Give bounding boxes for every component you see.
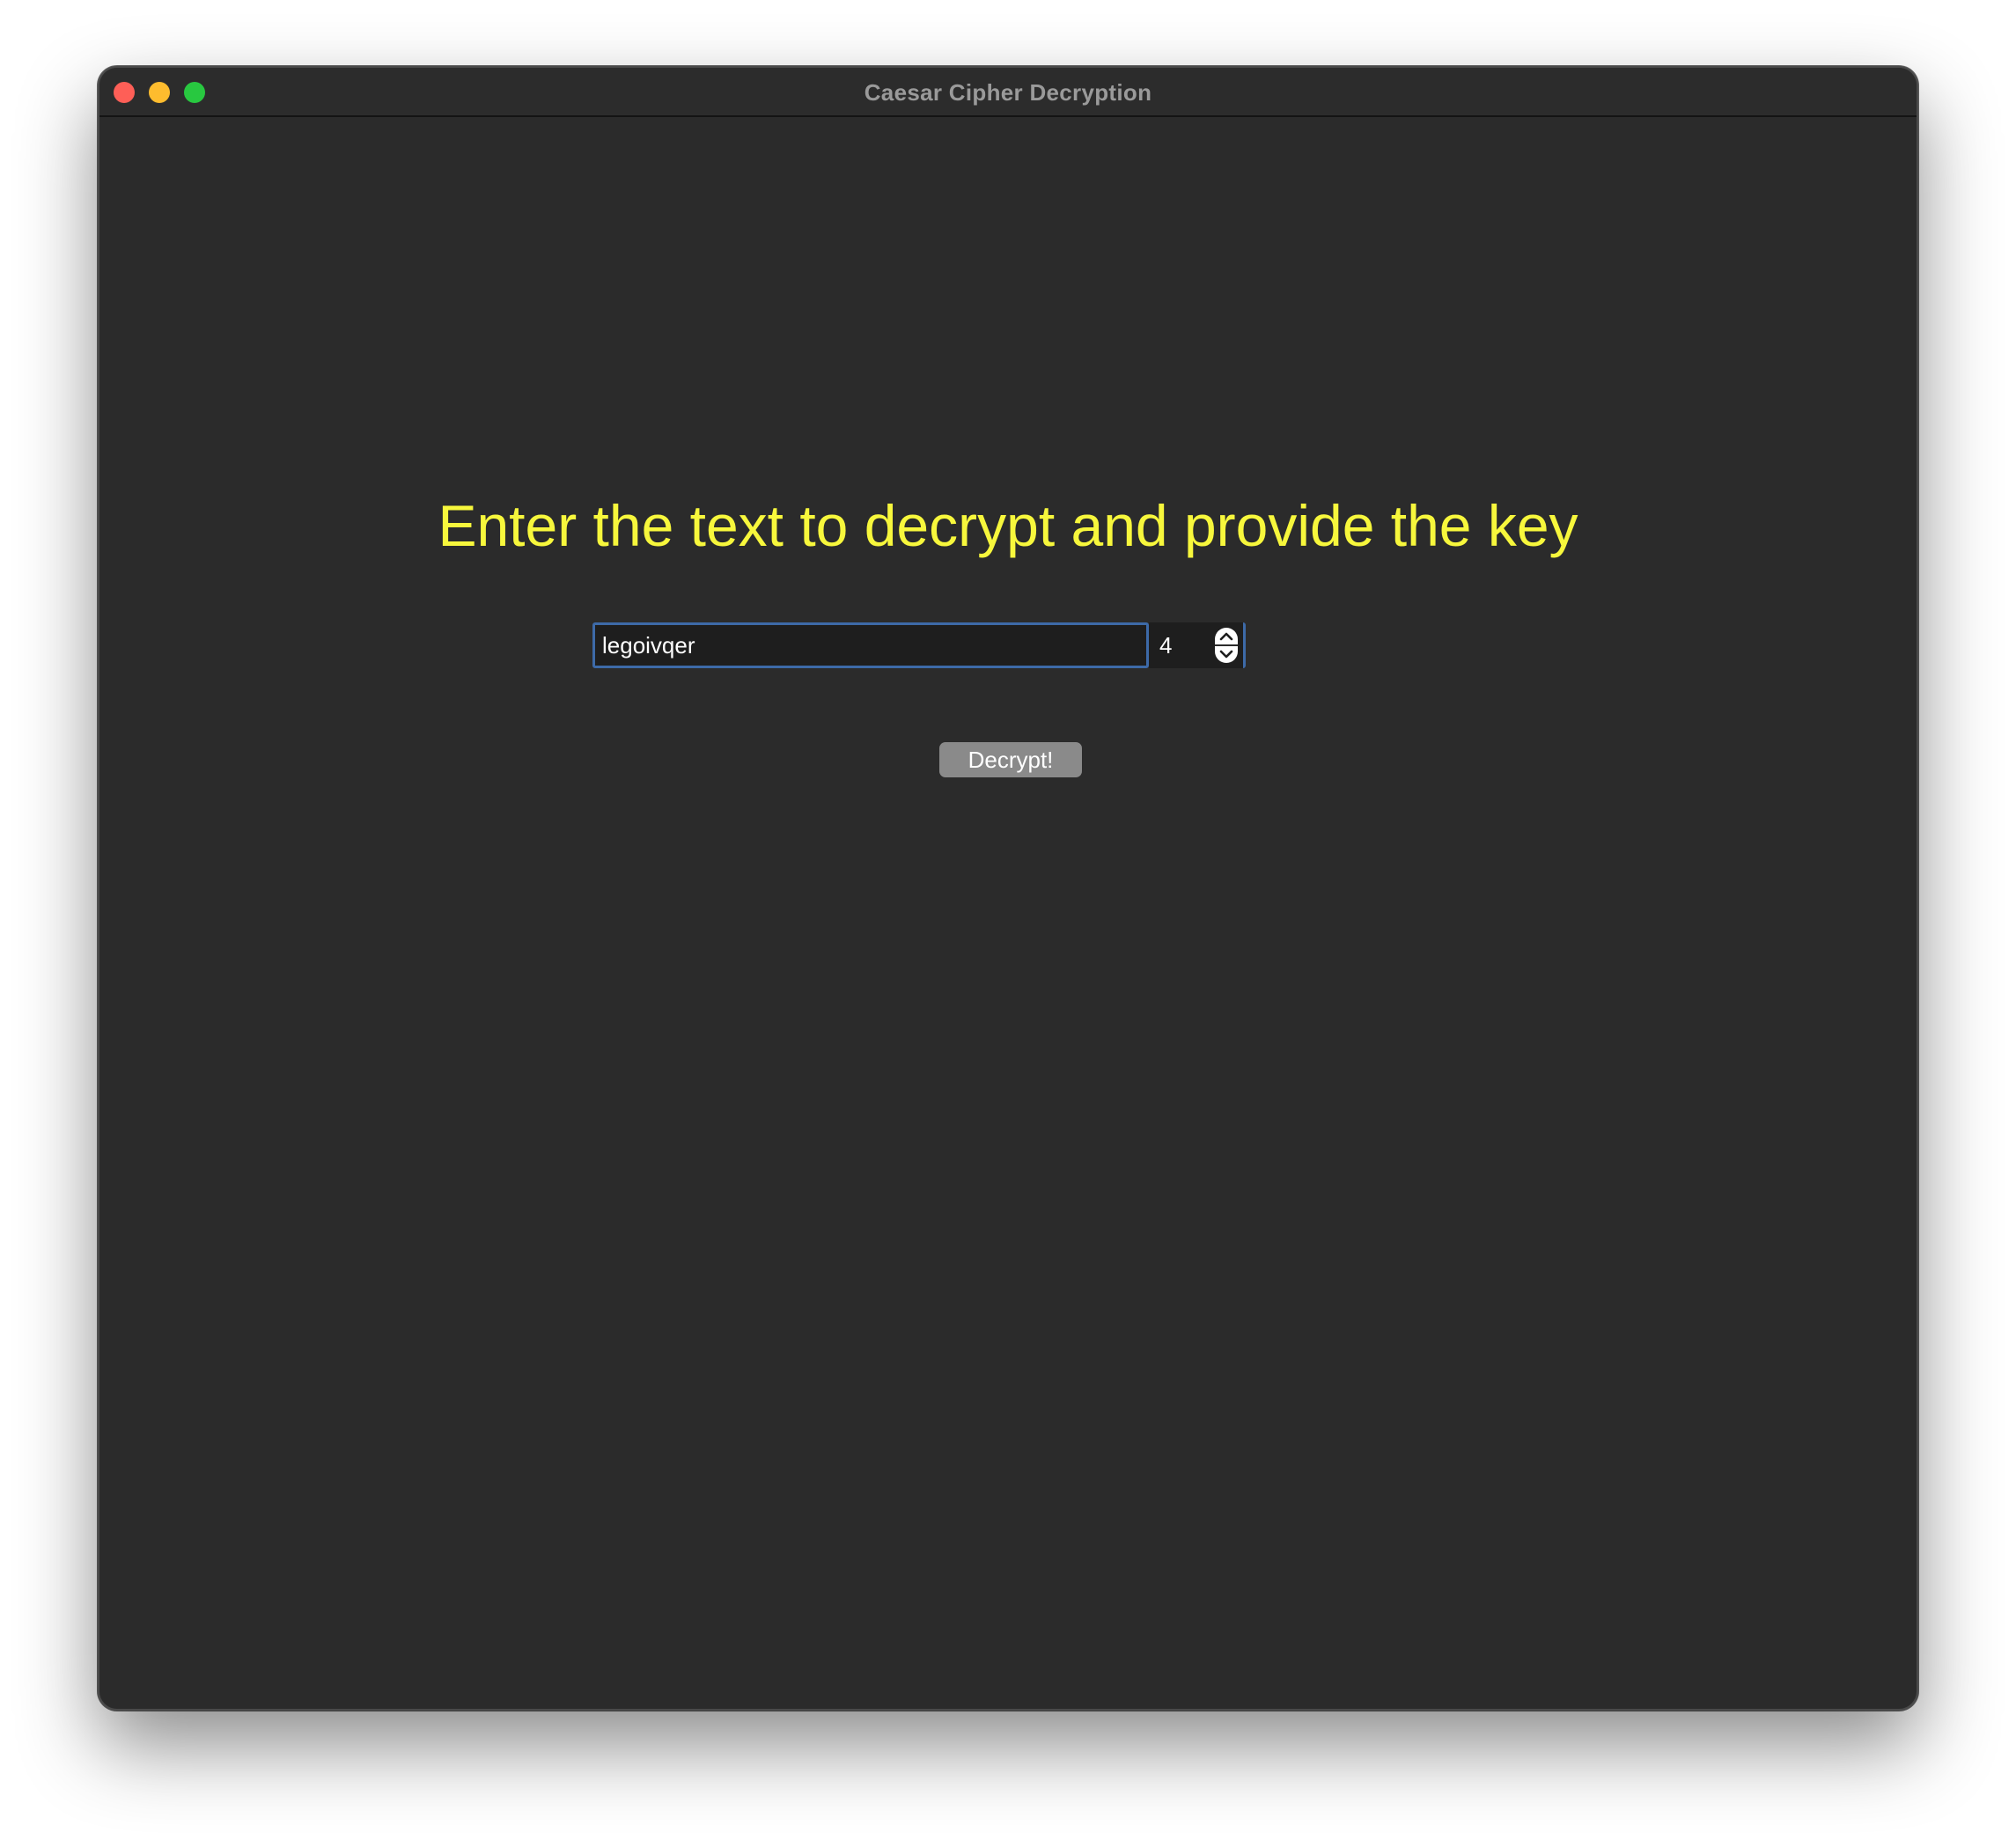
decrypt-button[interactable]: Decrypt!	[939, 742, 1082, 777]
key-value[interactable]: 4	[1159, 622, 1212, 668]
window-title: Caesar Cipher Decryption	[864, 79, 1152, 106]
spinbox-arrows[interactable]	[1215, 628, 1238, 663]
title-bar[interactable]: Caesar Cipher Decryption	[99, 68, 1917, 117]
key-spinbox[interactable]: 4	[1149, 622, 1246, 668]
chevron-down-icon[interactable]	[1215, 645, 1238, 663]
cipher-text-input[interactable]	[592, 622, 1149, 668]
chevron-up-icon[interactable]	[1215, 628, 1238, 645]
input-row: 4	[592, 622, 1246, 668]
main-content: Enter the text to decrypt and provide th…	[99, 117, 1917, 1709]
instruction-heading: Enter the text to decrypt and provide th…	[438, 493, 1578, 558]
app-window: Caesar Cipher Decryption Enter the text …	[98, 66, 1918, 1711]
